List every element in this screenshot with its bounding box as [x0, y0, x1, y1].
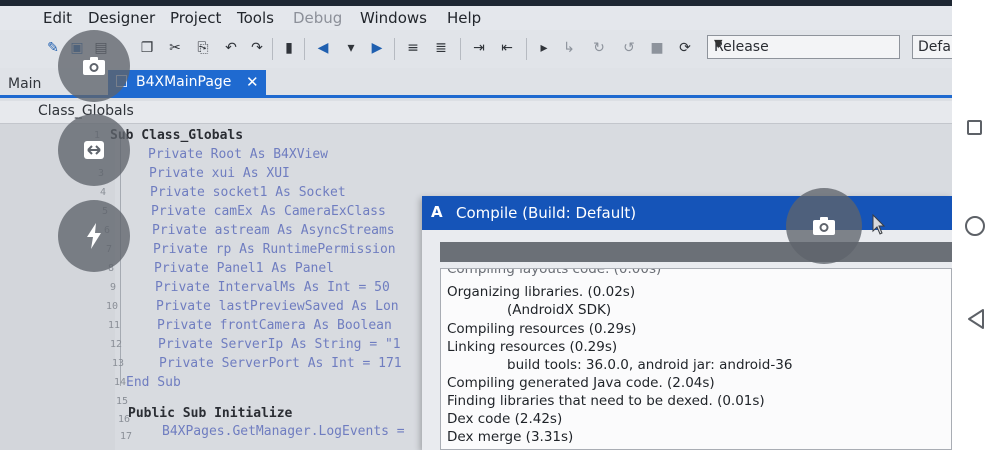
back-icon[interactable]: [966, 308, 986, 330]
code-line: Private ServerIp As String = "1: [158, 337, 401, 352]
swap-horizontal-icon: [84, 141, 104, 159]
code-line: Private Root As B4XView: [148, 147, 329, 162]
camera-icon: [83, 57, 105, 75]
code-line: Private lastPreviewSaved As Lon: [156, 299, 399, 314]
code-line: Private camEx As CameraExClass: [151, 204, 386, 219]
redo-icon[interactable]: ↷: [248, 39, 266, 57]
menu-debug[interactable]: Debug: [293, 9, 342, 27]
menu-designer[interactable]: Designer: [88, 9, 155, 27]
code-line: Private Panel1 As Panel: [154, 261, 335, 276]
line-number: 10: [105, 301, 118, 312]
recent-apps-button[interactable]: [967, 120, 982, 135]
line-number: 12: [109, 339, 122, 350]
line-number: 13: [111, 358, 124, 369]
code-line: Private ServerPort As Int = 171: [159, 356, 402, 371]
log-line: Dex merge (3.31s): [447, 429, 574, 445]
undo-icon[interactable]: ↶: [222, 39, 240, 57]
resize-overlay-button[interactable]: [58, 114, 130, 186]
toolbar-separator: [304, 38, 305, 60]
code-line: Sub Class_Globals: [110, 128, 244, 143]
code-line: B4XPages.GetManager.LogEvents =: [162, 424, 405, 439]
capture-overlay-button[interactable]: [786, 188, 862, 264]
menu-edit[interactable]: Edit: [43, 9, 72, 27]
build-config-select[interactable]: Release ▼: [707, 35, 900, 59]
tab-b4xmainpage[interactable]: B4XMainPage ✕: [108, 70, 266, 95]
line-number: 15: [115, 396, 128, 407]
paste-icon[interactable]: ⎘: [194, 39, 212, 57]
code-line: Private astream As AsyncStreams: [152, 223, 395, 238]
tab-label: B4XMainPage: [136, 74, 232, 90]
tab-main[interactable]: Main: [8, 76, 41, 92]
code-line: Private IntervalMs As Int = 50: [155, 280, 390, 295]
outdent-icon[interactable]: ⇤: [498, 39, 516, 57]
code-line: Private frontCamera As Boolean: [157, 318, 392, 333]
chevron-down-icon: ▼: [714, 37, 723, 50]
log-line: Linking resources (0.29s): [447, 339, 618, 355]
platform-config-value: Defa: [918, 39, 951, 55]
log-line: Organizing libraries. (0.02s): [447, 284, 636, 300]
log-line: Finding libraries that need to be dexed.…: [447, 393, 765, 409]
ide-screenshot: Edit Designer Project Tools Debug Window…: [0, 0, 952, 450]
uncomment-icon[interactable]: ≣: [432, 39, 450, 57]
comment-icon[interactable]: ≡: [404, 39, 422, 57]
camera-icon: [813, 217, 835, 235]
code-line: Private socket1 As Socket: [150, 185, 346, 200]
cut-icon[interactable]: ✂: [166, 39, 184, 57]
toolbar-separator: [460, 38, 461, 60]
step-out-icon[interactable]: ↺: [620, 39, 638, 57]
line-number: 17: [119, 431, 132, 442]
run-icon[interactable]: ▸: [535, 39, 553, 57]
stop-icon[interactable]: ■: [648, 39, 666, 57]
log-line: Compiling generated Java code. (2.04s): [447, 375, 715, 391]
line-number: 14: [113, 377, 126, 388]
navigate-dropdown-icon[interactable]: ▾: [342, 39, 360, 57]
log-line: Compiling layouts code. (0.00s): [447, 268, 662, 277]
platform-config-select[interactable]: Defa: [912, 35, 952, 59]
line-number: 9: [109, 282, 116, 293]
log-line: build tools: 36.0.0, android jar: androi…: [507, 357, 793, 373]
tab-bar: Main B4XMainPage ✕: [0, 68, 952, 98]
progress-bar: [440, 242, 952, 262]
camera-overlay-button[interactable]: [58, 30, 130, 102]
toolbar-separator: [394, 38, 395, 60]
line-number: 4: [99, 187, 106, 198]
copy-icon[interactable]: ❐: [138, 39, 156, 57]
toolbar-separator: [272, 38, 273, 60]
compile-log[interactable]: Compiling layouts code. (0.00s) Organizi…: [440, 268, 952, 450]
log-line: (AndroidX SDK): [507, 302, 612, 318]
toolbar-separator: [526, 38, 527, 60]
menu-project[interactable]: Project: [170, 9, 221, 27]
breadcrumb[interactable]: Class_Globals: [0, 101, 952, 124]
menu-windows[interactable]: Windows: [360, 9, 427, 27]
mouse-cursor-icon: [872, 214, 886, 235]
line-number: 16: [117, 414, 130, 425]
menu-help[interactable]: Help: [447, 9, 481, 27]
dialog-title: Compile (Build: Default): [456, 204, 637, 222]
navigate-forward-icon[interactable]: ▶: [368, 39, 386, 57]
flash-overlay-button[interactable]: [58, 200, 130, 272]
line-number: 11: [107, 320, 120, 331]
bookmark-icon[interactable]: ▮: [280, 39, 298, 57]
code-line: End Sub: [126, 375, 181, 390]
step-over-icon[interactable]: ↻: [590, 39, 608, 57]
step-in-icon[interactable]: ↳: [560, 39, 578, 57]
indent-icon[interactable]: ⇥: [470, 39, 488, 57]
menu-bar: Edit Designer Project Tools Debug Window…: [0, 6, 952, 30]
code-line: Private rp As RuntimePermission: [153, 242, 396, 257]
flash-icon: [87, 223, 101, 249]
log-line: Dex code (2.42s): [447, 411, 563, 427]
close-icon[interactable]: ✕: [246, 73, 259, 91]
home-button[interactable]: [965, 216, 985, 236]
menu-tools[interactable]: Tools: [237, 9, 274, 27]
restart-icon[interactable]: ⟳: [676, 39, 694, 57]
log-line: Compiling resources (0.29s): [447, 321, 637, 337]
b4a-logo-icon: A: [431, 203, 443, 221]
code-line: Private xui As XUI: [149, 166, 290, 181]
navigate-back-icon[interactable]: ◀: [314, 39, 332, 57]
code-line: Public Sub Initialize: [128, 406, 293, 421]
